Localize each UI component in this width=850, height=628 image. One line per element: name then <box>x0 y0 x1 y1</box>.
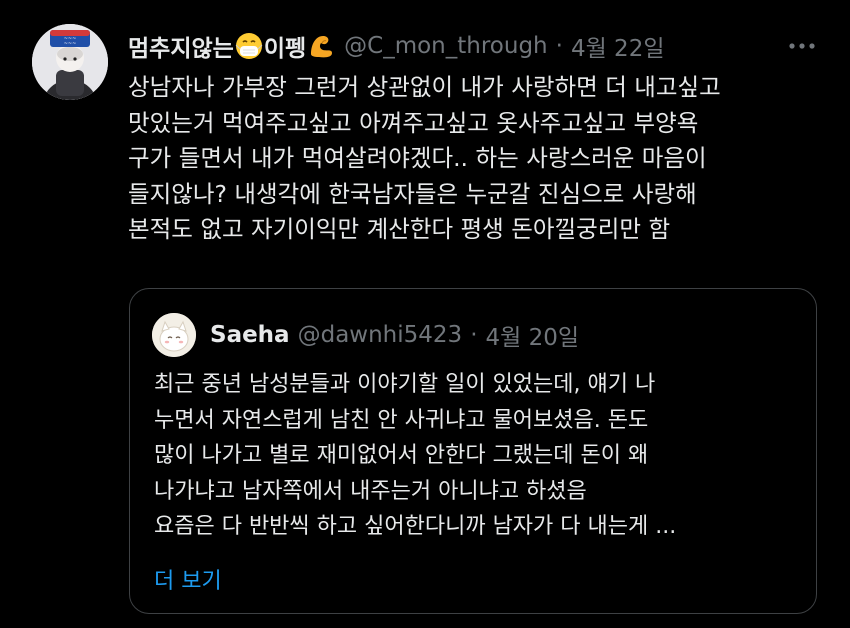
quoted-text-line: 요즘은 다 반반씩 하고 싶어한다니까 남자가 다 내는게 ... <box>154 514 677 539</box>
quoted-post-header: Saeha @dawnhi5423 · 4월 20일 <box>210 317 579 353</box>
post-text-line: 본적도 없고 자기이익만 계산한다 평생 돈아낄궁리만 함 <box>128 215 671 243</box>
quoted-post[interactable]: Saeha @dawnhi5423 · 4월 20일 최근 중년 남성분들과 이… <box>129 288 817 614</box>
more-options-button[interactable] <box>782 30 822 62</box>
author-handle[interactable]: @C_mon_through <box>344 33 548 59</box>
post-text-line: 구가 들면서 내가 먹여살려야겠다.. 하는 사랑스러운 마음이 <box>128 144 707 172</box>
post-text-line: 맛있는거 먹여주고싶고 아껴주고싶고 옷사주고싶고 부양욕 <box>128 108 699 137</box>
face-with-medical-mask-icon <box>235 32 263 60</box>
quoted-author-display-name[interactable]: Saeha <box>210 322 290 348</box>
author-avatar-image: ~~~ ~~~ <box>32 24 108 100</box>
quoted-header-separator: · <box>470 322 478 348</box>
quoted-text-line: 누면서 자연스럽게 남친 안 사귀냐고 물어보셨음. 돈도 <box>154 407 649 433</box>
header-separator: · <box>555 33 563 59</box>
show-more-link[interactable]: 더 보기 <box>154 566 222 598</box>
more-horizontal-icon <box>789 43 815 49</box>
post-date[interactable]: 4월 22일 <box>571 29 665 63</box>
quoted-post-text: 최근 중년 남성분들과 이야기할 일이 있었는데, 얘기 나 누면서 자연스럽게… <box>154 367 804 545</box>
post-text-line: 들지않나? 내생각에 한국남자들은 누군갈 진심으로 사랑해 <box>128 179 697 208</box>
svg-text:~~~: ~~~ <box>64 41 77 47</box>
author-display-name[interactable]: 멈추지않는 <box>128 29 234 63</box>
tweet: ~~~ ~~~ 멈추지않는 이펭 @C_mon_through · 4월 22일… <box>0 0 850 628</box>
quoted-text-line: 나가냐고 남자쪽에서 내주는거 아니냐고 하셨음 <box>154 478 587 504</box>
quoted-text-line: 최근 중년 남성분들과 이야기할 일이 있었는데, 얘기 나 <box>154 372 656 397</box>
post-text: 상남자나 가부장 그런거 상관없이 내가 사랑하면 더 내고싶고 맛있는거 먹여… <box>128 70 828 248</box>
quoted-author-avatar-image <box>152 313 196 357</box>
quoted-post-date[interactable]: 4월 20일 <box>486 318 580 352</box>
flexed-biceps-icon <box>307 32 335 60</box>
author-avatar[interactable]: ~~~ ~~~ <box>32 24 108 100</box>
quoted-author-handle[interactable]: @dawnhi5423 <box>298 322 463 348</box>
post-header: 멈추지않는 이펭 @C_mon_through · 4월 22일 <box>128 26 664 66</box>
post-text-line: 상남자나 가부장 그런거 상관없이 내가 사랑하면 더 내고싶고 <box>128 73 721 101</box>
quoted-text-line: 많이 나가고 별로 재미없어서 안한다 그랬는데 돈이 왜 <box>154 443 649 468</box>
author-display-name-suffix[interactable]: 이펭 <box>264 29 306 63</box>
quoted-author-avatar[interactable] <box>152 313 196 357</box>
